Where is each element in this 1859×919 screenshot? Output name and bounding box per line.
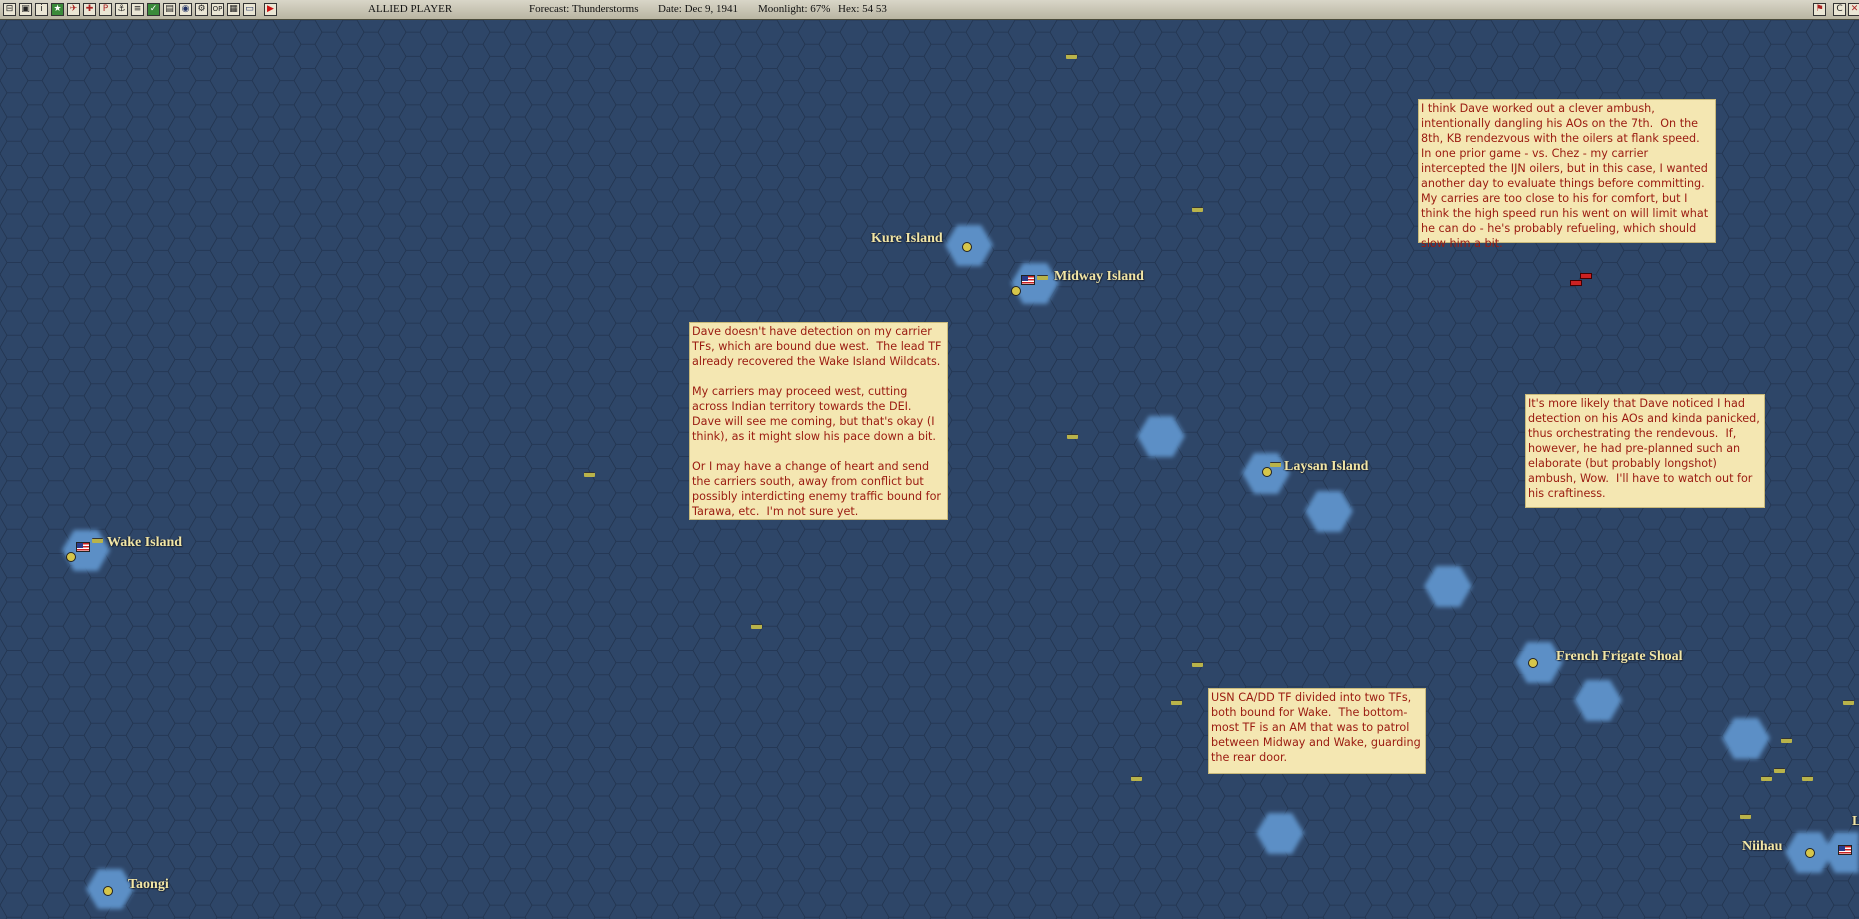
niihau-label: Niihau bbox=[1742, 839, 1783, 854]
moonlight-label: Moonlight: 67% bbox=[758, 3, 831, 15]
date-label: Date: Dec 9, 1941 bbox=[658, 3, 739, 15]
us-flag-icon bbox=[1021, 275, 1035, 285]
ship-marker-icon[interactable] bbox=[1843, 700, 1854, 705]
french-frigate-base-icon[interactable] bbox=[1528, 658, 1538, 668]
report-icon[interactable]: P bbox=[99, 3, 112, 16]
list-icon[interactable]: ≡ bbox=[131, 3, 144, 16]
laysan-base-icon[interactable] bbox=[1262, 467, 1272, 477]
info-icon[interactable]: i bbox=[35, 3, 48, 16]
ship-marker-icon[interactable] bbox=[1192, 662, 1203, 667]
wake-island-label: Wake Island bbox=[107, 535, 183, 550]
wake-base-icon[interactable] bbox=[66, 552, 76, 562]
disk-icon[interactable]: ▣ bbox=[19, 3, 32, 16]
french-frigate-shoal-label: French Frigate Shoal bbox=[1556, 649, 1683, 664]
enemy-ship-icon[interactable] bbox=[1580, 273, 1592, 279]
us-flag-icon bbox=[76, 542, 90, 552]
us-flag-icon bbox=[1838, 845, 1852, 855]
note-carrier-tfs[interactable]: Dave doesn't have detection on my carrie… bbox=[689, 322, 948, 520]
ship-marker-icon[interactable] bbox=[584, 472, 595, 477]
ship-marker-icon[interactable] bbox=[1131, 776, 1142, 781]
top-toolbar: ⊟ ▣ i ★ ✈ ✚ P ⚓ ≡ ✓ ▤ ◉ ⚙ OP ▦ ▭ ▶ ALLIE… bbox=[0, 0, 1859, 20]
check-icon[interactable]: ✓ bbox=[147, 3, 160, 16]
enemy-ship-icon[interactable] bbox=[1570, 280, 1582, 286]
layers-icon[interactable]: ▤ bbox=[163, 3, 176, 16]
star-icon[interactable]: ★ bbox=[51, 3, 64, 16]
edge-island-label: L bbox=[1852, 814, 1859, 829]
monitor-icon[interactable]: ▭ bbox=[243, 3, 256, 16]
note-usn-tf[interactable]: USN CA/DD TF divided into two TFs, both … bbox=[1208, 688, 1426, 774]
c-icon[interactable]: C bbox=[1833, 3, 1846, 16]
note-panicked[interactable]: It's more likely that Dave noticed I had… bbox=[1525, 394, 1765, 508]
ship-marker-icon[interactable] bbox=[1192, 207, 1203, 212]
forecast-label: Forecast: Thunderstorms bbox=[529, 3, 639, 15]
ship-marker-icon[interactable] bbox=[1171, 700, 1182, 705]
kure-island-label: Kure Island bbox=[871, 231, 943, 246]
ship-marker-icon[interactable] bbox=[751, 624, 762, 629]
note-ambush[interactable]: I think Dave worked out a clever ambush,… bbox=[1418, 99, 1716, 250]
airgroup-icon[interactable]: ✈ bbox=[67, 3, 80, 16]
player-label: ALLIED PLAYER bbox=[368, 3, 453, 15]
ship-marker-icon[interactable] bbox=[1761, 776, 1772, 781]
ship-marker-icon[interactable] bbox=[1066, 54, 1077, 59]
kure-base-icon[interactable] bbox=[962, 242, 972, 252]
ship-icon[interactable]: ⚓ bbox=[115, 3, 128, 16]
ship-marker-icon[interactable] bbox=[1740, 814, 1751, 819]
midway-base-icon[interactable] bbox=[1011, 286, 1021, 296]
toggle-icon[interactable]: ⊟ bbox=[3, 3, 16, 16]
ship-marker-icon[interactable] bbox=[92, 538, 103, 543]
taongi-label: Taongi bbox=[128, 877, 169, 892]
settings-icon[interactable]: ⚙ bbox=[195, 3, 208, 16]
ship-marker-icon[interactable] bbox=[1802, 776, 1813, 781]
taongi-base-icon[interactable] bbox=[103, 886, 113, 896]
table-icon[interactable]: ▦ bbox=[227, 3, 240, 16]
laysan-island-label: Laysan Island bbox=[1284, 459, 1369, 474]
niihau-base-icon[interactable] bbox=[1805, 848, 1815, 858]
ship-marker-icon[interactable] bbox=[1781, 738, 1792, 743]
ops-icon[interactable]: OP bbox=[211, 3, 224, 16]
hex-label: Hex: 54 53 bbox=[838, 3, 887, 15]
close-icon[interactable]: ✕ bbox=[1848, 3, 1859, 16]
ship-marker-icon[interactable] bbox=[1774, 768, 1785, 773]
midway-island-label: Midway Island bbox=[1054, 269, 1144, 284]
target-icon[interactable]: ✚ bbox=[83, 3, 96, 16]
ship-marker-icon[interactable] bbox=[1037, 275, 1048, 280]
ship-marker-icon[interactable] bbox=[1067, 434, 1078, 439]
end-turn-icon[interactable]: ▶ bbox=[264, 3, 277, 16]
globe-icon[interactable]: ◉ bbox=[179, 3, 192, 16]
flag-icon[interactable]: ⚑ bbox=[1813, 3, 1826, 16]
ship-marker-icon[interactable] bbox=[1270, 462, 1281, 467]
